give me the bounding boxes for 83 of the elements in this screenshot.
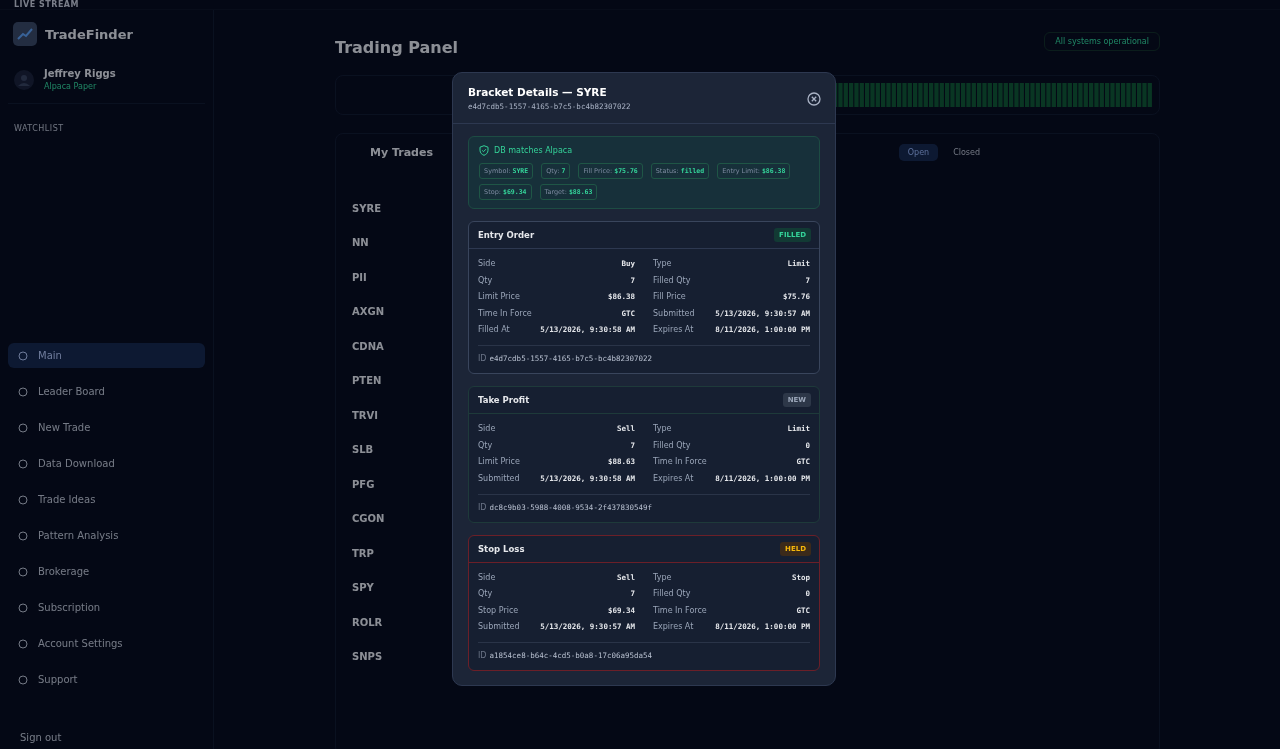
circle-icon [18,674,28,685]
field-label: Qty [478,589,493,598]
symbol-cell: TRVI [352,409,378,421]
circle-icon [18,422,28,433]
symbol-cell: CGON [352,513,385,525]
symbol-cell: SYRE [352,202,381,214]
circle-icon [18,602,28,613]
watchlist-title: WATCHLIST [14,124,64,133]
field-label: Expires At [653,622,694,631]
symbol-cell: SPY [352,582,374,594]
nav-item[interactable]: Support [8,667,205,692]
sign-out-link[interactable]: Sign out [8,732,205,743]
brand-name: TradeFinder [45,26,133,42]
nav-item[interactable]: Brokerage [8,559,205,584]
symbol-cell: PFG [352,478,375,490]
shield-check-icon [479,145,489,156]
symbol-cell: TRP [352,547,374,559]
nav-item[interactable]: Account Settings [8,631,205,656]
close-icon[interactable] [807,91,821,106]
field-label: Expires At [653,325,694,334]
user-name: Jeffrey Riggs [44,68,116,79]
field-label: Time In Force [653,457,707,466]
circle-icon [18,566,28,577]
trades-tab[interactable]: Open [898,144,939,161]
page-title: Trading Panel [335,38,458,57]
status-pill: All systems operational [1044,32,1160,51]
field-label: Qty [478,275,493,285]
field-label: Qty [478,440,493,450]
circle-icon [18,530,28,541]
field-label: Expires At [653,473,694,483]
circle-icon [18,638,28,649]
nav-item[interactable]: New Trade [8,415,205,440]
field-label: Filled Qty [653,440,691,450]
field-label: Submitted [653,308,695,318]
dialog-title: Bracket Details — SYRE [468,86,608,98]
field-label: Filled Qty [653,275,691,285]
symbol-cell: PII [352,271,367,283]
field-label: Time In Force [478,308,532,318]
field-label: Stop Price [478,605,519,615]
field-label: Filled At [478,325,510,334]
trades-title: My Trades [369,146,433,159]
circle-icon [18,350,28,361]
id-label: ID [478,651,487,660]
live-stream-label: LIVE STREAM [14,0,79,9]
symbol-cell: NN [352,237,369,249]
account-label: Alpaca Paper [44,82,98,91]
field-label: Side [478,572,496,582]
field-label: Limit Price [478,457,520,466]
order-title: Stop Loss [478,543,525,554]
symbol-cell: PTEN [352,375,382,387]
field-label: Submitted [478,473,520,483]
field-label: Type [653,259,672,268]
trades-tab[interactable]: Closed [944,144,989,161]
symbol-cell: CDNA [352,340,384,352]
field-label: Submitted [478,622,520,631]
id-label: ID [478,502,487,512]
field-label: Time In Force [653,605,707,615]
id-label: ID [478,354,487,363]
circle-icon [18,386,28,397]
circle-icon [18,494,28,505]
order-title: Take Profit [478,395,530,405]
field-label: Type [653,572,672,582]
nav-item[interactable]: Main [8,343,205,368]
field-label: Fill Price [653,292,686,301]
symbol-cell: SLB [352,444,374,456]
user-avatar-icon [14,69,34,90]
nav-item[interactable]: Pattern Analysis [8,523,205,548]
chart-logo-icon [13,22,37,46]
field-label: Filled Qty [653,589,691,598]
symbol-cell: ROLR [352,616,383,628]
order-title: Entry Order [478,230,535,240]
match-title: DB matches Alpaca [494,146,573,155]
field-label: Limit Price [478,292,520,301]
field-label: Side [478,259,496,268]
nav-item[interactable]: Data Download [8,451,205,476]
field-label: Side [478,424,496,433]
nav-item[interactable]: Trade Ideas [8,487,205,512]
nav-item[interactable]: Subscription [8,595,205,620]
field-label: Type [653,424,672,433]
symbol-cell: SNPS [352,651,383,663]
nav-item[interactable]: Leader Board [8,379,205,404]
circle-icon [18,458,28,469]
symbol-cell: AXGN [352,306,385,318]
